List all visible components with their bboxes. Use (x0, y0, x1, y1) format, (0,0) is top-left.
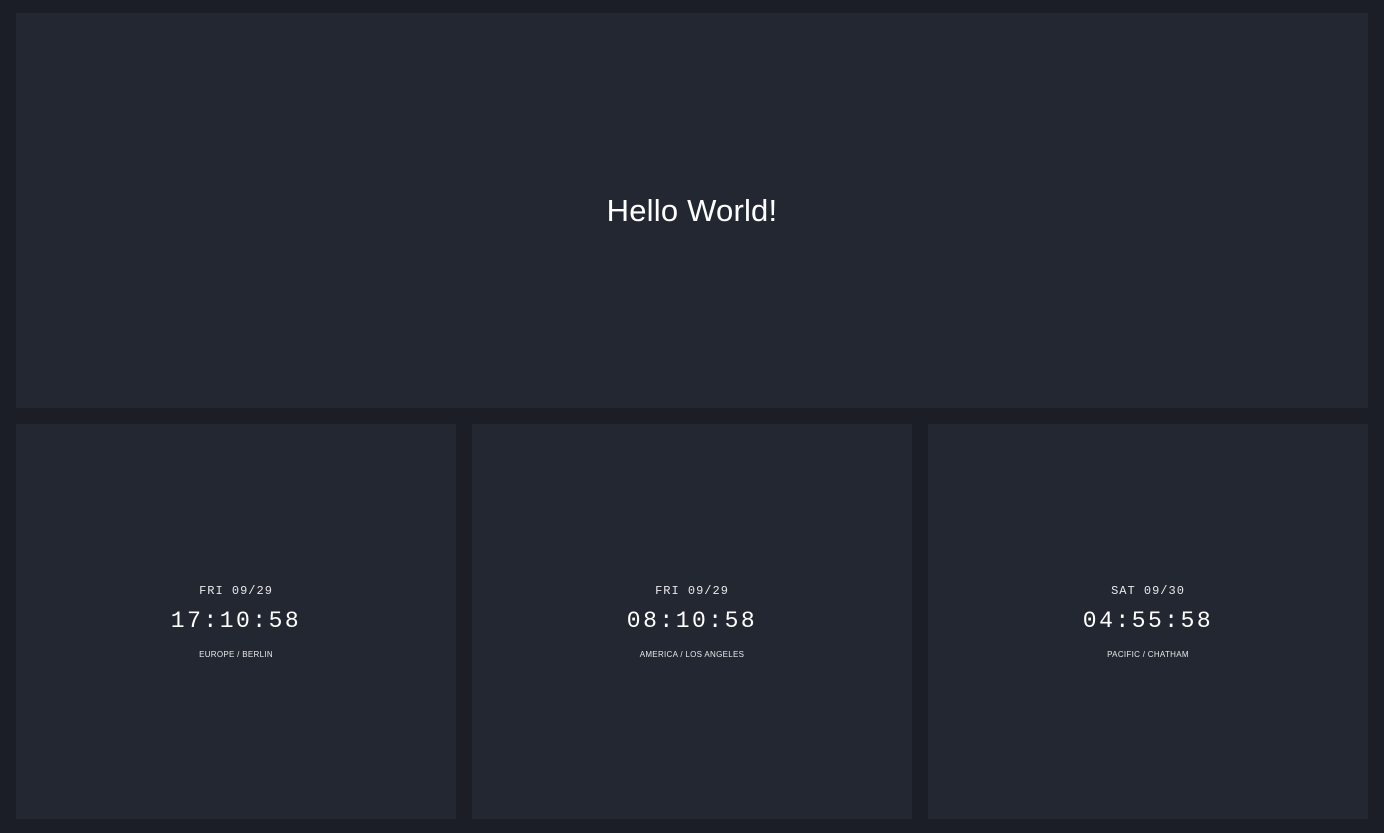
clock-content: SAT 09/30 04:55:58 PACIFIC / CHATHAM (1083, 584, 1213, 660)
clock-panel-berlin: FRI 09/29 17:10:58 EUROPE / BERLIN (16, 424, 456, 819)
clock-timezone: EUROPE / BERLIN (199, 649, 273, 659)
clock-time: 17:10:58 (170, 607, 302, 634)
clock-date: FRI 09/29 (655, 583, 729, 598)
clock-date: SAT 09/30 (1111, 583, 1185, 598)
clock-time: 08:10:58 (626, 607, 758, 634)
clock-timezone: AMERICA / LOS ANGELES (639, 649, 745, 659)
clock-date: FRI 09/29 (199, 583, 273, 598)
clock-time: 04:55:58 (1082, 607, 1214, 634)
clock-content: FRI 09/29 17:10:58 EUROPE / BERLIN (171, 584, 301, 660)
clock-panel-los-angeles: FRI 09/29 08:10:58 AMERICA / LOS ANGELES (472, 424, 912, 819)
clock-panel-chatham: SAT 09/30 04:55:58 PACIFIC / CHATHAM (928, 424, 1368, 819)
hero-panel: Hello World! (16, 13, 1368, 408)
clock-content: FRI 09/29 08:10:58 AMERICA / LOS ANGELES (627, 584, 757, 660)
clock-timezone: PACIFIC / CHATHAM (1107, 649, 1189, 659)
hero-greeting: Hello World! (606, 192, 778, 228)
